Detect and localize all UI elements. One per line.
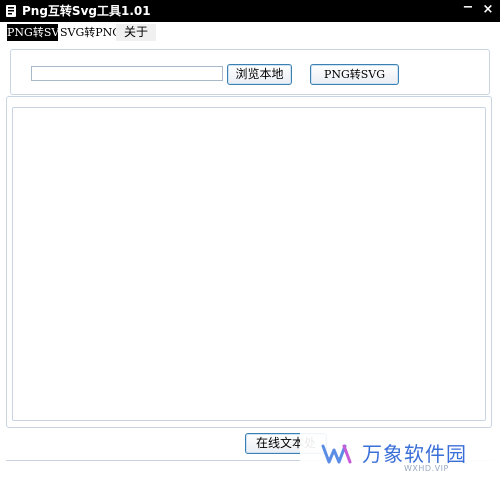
tab-png-to-svg[interactable]: PNG转SVG — [7, 24, 68, 41]
tab-strip: PNG转SVG SVG转PNG 关于 — [0, 22, 500, 42]
output-panel — [6, 96, 492, 428]
convert-png-to-svg-button[interactable]: PNG转SVG — [310, 64, 399, 85]
watermark: 万象软件园 WXHD.VIP — [300, 428, 500, 482]
input-group-panel: 浏览本地 PNG转SVG — [10, 49, 490, 95]
output-textarea[interactable] — [12, 107, 486, 421]
app-window: Png互转Svg工具1.01 − × PNG转SVG SVG转PNG 关于 浏览… — [0, 0, 500, 482]
close-icon[interactable]: × — [480, 2, 496, 18]
watermark-brand: 万象软件园 — [362, 442, 467, 466]
file-path-input[interactable] — [31, 66, 223, 81]
minimize-icon[interactable]: − — [460, 0, 476, 16]
browse-local-button[interactable]: 浏览本地 — [227, 64, 292, 85]
watermark-sub: WXHD.VIP — [404, 464, 449, 473]
tab-about[interactable]: 关于 — [116, 24, 156, 41]
tab-svg-to-png[interactable]: SVG转PNG — [60, 24, 121, 41]
title-bar[interactable]: Png互转Svg工具1.01 − × — [0, 0, 500, 22]
wm-logo-icon — [320, 440, 354, 468]
app-icon — [4, 4, 18, 18]
window-title: Png互转Svg工具1.01 — [22, 4, 151, 18]
